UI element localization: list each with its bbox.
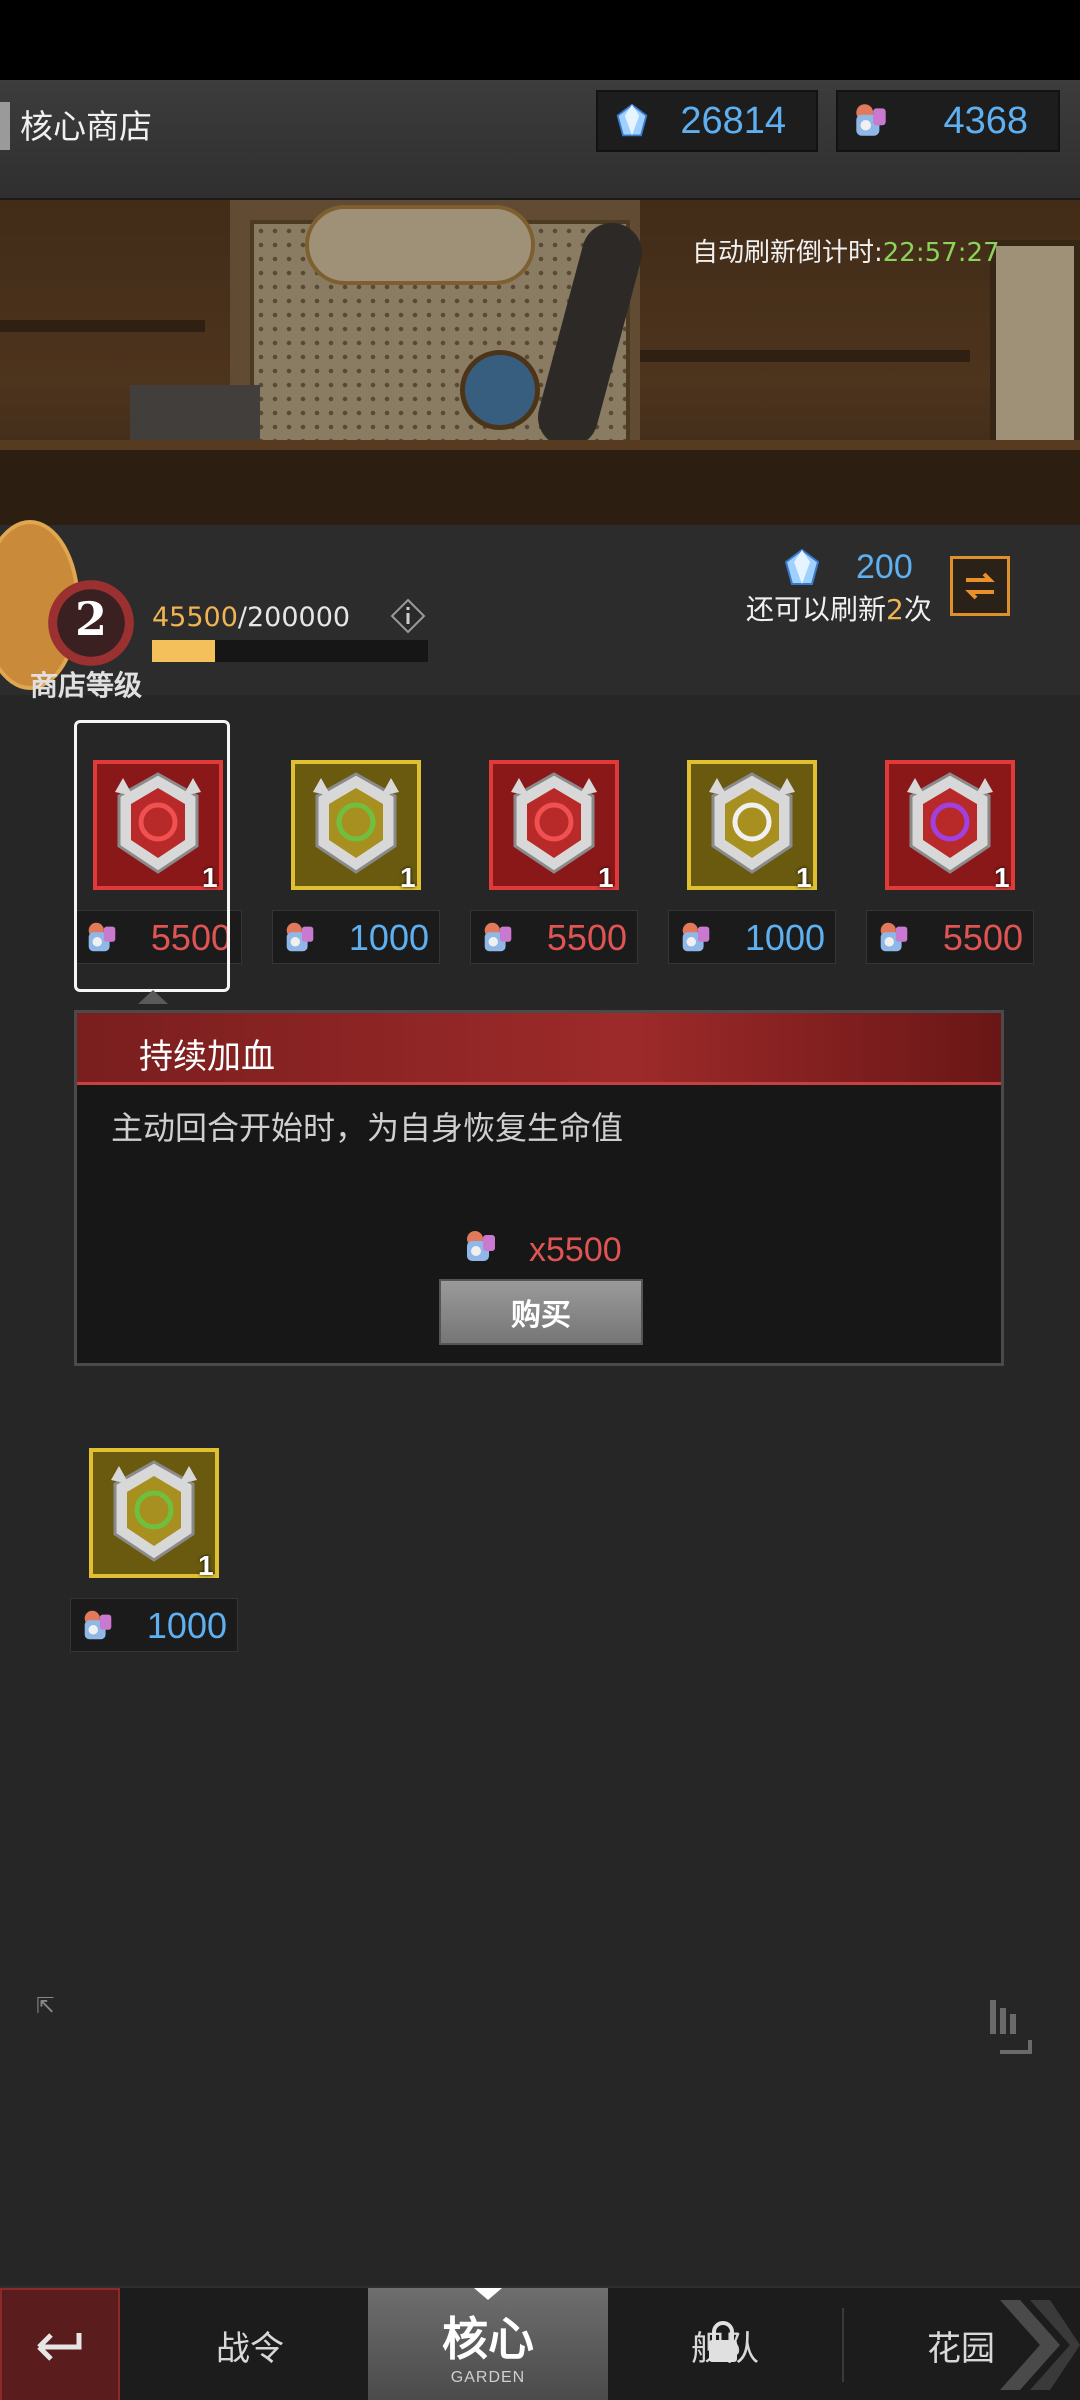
refresh-timer: 自动刷新倒计时:22:57:27 [692, 232, 1000, 269]
crystal-icon [677, 919, 715, 957]
bottom-nav: 战令 核心 GARDEN 舰队 花园 [0, 2286, 1080, 2400]
refresh-remaining: 还可以刷新2次 [746, 588, 932, 628]
level-label: 商店等级 [30, 669, 143, 702]
timer-label: 自动刷新倒计时: [692, 238, 883, 268]
item-quantity: 1 [994, 862, 1010, 893]
item-price-box: 1000 [272, 910, 440, 964]
timer-value: 22:57:27 [882, 238, 1000, 268]
crystal-count: 4368 [943, 99, 1028, 142]
item-price-box: 5500 [470, 910, 638, 964]
item-quantity: 1 [598, 862, 614, 893]
exp-fill [152, 640, 215, 662]
gem-currency[interactable]: 26814 [596, 90, 818, 152]
refresh-cost: 200 [856, 548, 913, 586]
back-button[interactable] [0, 2288, 120, 2400]
crystal-icon [461, 1227, 501, 1267]
crystal-icon [875, 919, 913, 957]
tab-core-label: 核心 [442, 2312, 534, 2366]
chevron-right-icon [1000, 2300, 1080, 2390]
item-cost: x5500 [529, 1231, 622, 1269]
level-number: 2 [74, 592, 107, 646]
shop-header: 核心商店 26814 4368 [0, 80, 1080, 200]
crystal-icon [850, 100, 892, 142]
item-price: 1000 [744, 917, 825, 958]
refresh-prefix: 还可以刷新 [746, 593, 887, 626]
title-accent [0, 102, 10, 150]
gem-icon [782, 548, 822, 588]
status-bar [0, 0, 1080, 80]
tab-battle-pass[interactable]: 战令 [140, 2288, 360, 2400]
item-price-box: 1000 [70, 1598, 238, 1652]
refresh-count: 2 [886, 593, 904, 626]
exp-text: 45500/200000 [152, 602, 350, 633]
refresh-button[interactable] [950, 556, 1010, 616]
crystal-icon [79, 1607, 117, 1645]
exp-max: /200000 [237, 602, 351, 633]
stats-icon[interactable] [986, 1994, 1038, 2058]
item-quantity: 1 [400, 862, 416, 893]
item-price: 5500 [942, 917, 1023, 958]
gem-icon [614, 103, 650, 139]
item-price-box: 1000 [668, 910, 836, 964]
gem-count: 26814 [680, 99, 786, 142]
exp-bar [152, 640, 428, 662]
item-price: 5500 [546, 917, 627, 958]
shop-item[interactable]: 1 1000 [668, 720, 836, 980]
item-quantity: 1 [198, 1550, 214, 1581]
refresh-suffix: 次 [903, 593, 932, 626]
item-price: 1000 [348, 917, 429, 958]
expand-icon: ⇱ [36, 1994, 55, 2019]
crystal-icon [281, 919, 319, 957]
exp-current: 45500 [152, 602, 238, 633]
selected-item-frame [74, 720, 230, 992]
back-arrow-icon [37, 2333, 82, 2361]
tab-core-sublabel: GARDEN [450, 2369, 526, 2386]
item-price: 1000 [146, 1605, 227, 1646]
shop-item[interactable]: 1 5500 [866, 720, 1034, 980]
item-price-box: 5500 [866, 910, 1034, 964]
tab-divider [842, 2308, 844, 2382]
crystal-icon [479, 919, 517, 957]
refresh-icon [965, 572, 995, 600]
tab-core[interactable]: 核心 GARDEN [368, 2288, 608, 2400]
buy-button[interactable]: 购买 [439, 1279, 643, 1345]
active-tab-marker [474, 2288, 502, 2300]
page-title: 核心商店 [20, 107, 152, 146]
lock-icon [709, 2321, 737, 2362]
item-name: 持续加血 [139, 1037, 275, 1077]
crystal-currency[interactable]: 4368 [836, 90, 1060, 152]
shop-item[interactable]: 1 1000 [70, 1408, 238, 1668]
item-detail-panel: 持续加血 主动回合开始时，为自身恢复生命值 x5500 购买 [74, 1010, 1004, 1366]
item-description: 主动回合开始时，为自身恢复生命值 [111, 1109, 624, 1147]
detail-pointer [138, 990, 168, 1004]
info-icon[interactable] [390, 598, 426, 634]
shop-item[interactable]: 1 1000 [272, 720, 440, 980]
item-quantity: 1 [796, 862, 812, 893]
shop-item[interactable]: 1 5500 [470, 720, 638, 980]
detail-header: 持续加血 [77, 1013, 1001, 1085]
